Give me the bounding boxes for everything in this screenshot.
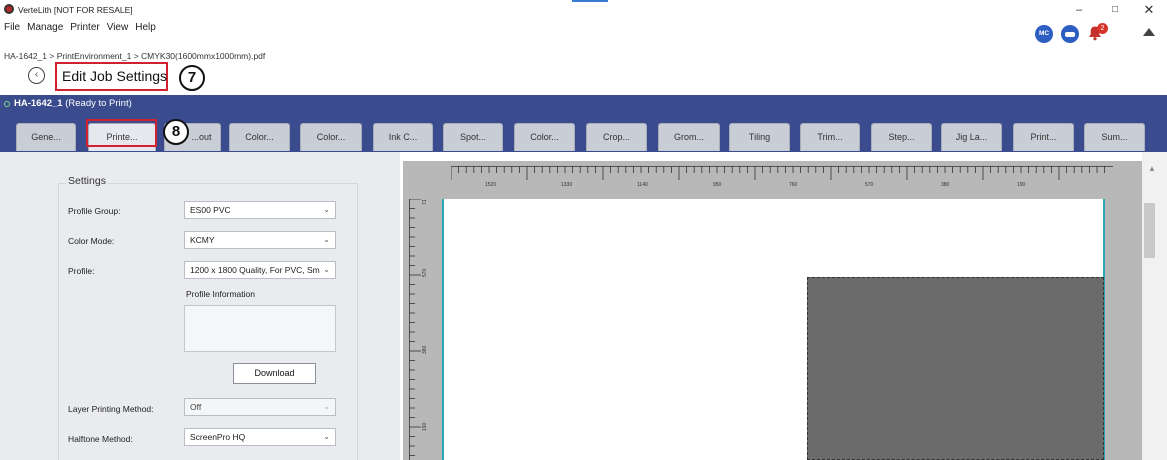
profile-information-box	[184, 305, 336, 352]
halftone-select[interactable]: ScreenPro HQ ⌄	[184, 428, 336, 446]
tab-grommet[interactable]: Grom...	[658, 123, 720, 151]
profile-group-select[interactable]: ES00 PVC ⌄	[184, 201, 336, 219]
settings-section-title: Settings	[66, 175, 108, 187]
ruler-label: 570	[422, 268, 428, 277]
chevron-left-icon: ‹	[34, 69, 39, 80]
print-image-block[interactable]	[807, 277, 1104, 460]
tab-step[interactable]: Step...	[871, 123, 932, 151]
menu-help[interactable]: Help	[135, 22, 156, 38]
layer-printing-select[interactable]: Off ⌄	[184, 398, 336, 416]
notification-count-badge: 2	[1097, 23, 1108, 34]
color-mode-value: KCMY	[190, 235, 215, 245]
menu-bar: File Manage Printer View Help	[0, 22, 156, 38]
download-button[interactable]: Download	[233, 363, 316, 384]
scrollbar-thumb[interactable]	[1144, 203, 1155, 258]
minimize-button[interactable]: –	[1068, 2, 1090, 18]
ruler-label: 950	[713, 182, 722, 188]
halftone-value: ScreenPro HQ	[190, 432, 246, 442]
menu-view[interactable]: View	[107, 22, 129, 38]
back-button[interactable]: ‹	[28, 67, 45, 84]
collapse-up-icon[interactable]	[1143, 28, 1155, 36]
tab-crop[interactable]: Crop...	[586, 123, 647, 151]
tab-trim[interactable]: Trim...	[800, 123, 860, 151]
ruler-label: 190	[422, 422, 428, 431]
tab-color-2[interactable]: Color...	[300, 123, 362, 151]
ruler-label: 380	[941, 182, 950, 188]
title-accent-bar	[572, 0, 608, 2]
maximize-button[interactable]: □	[1104, 2, 1126, 18]
title-bar: VerteLith [NOT FOR RESALE] – □ ✕	[0, 0, 1167, 20]
profile-select[interactable]: 1200 x 1800 Quality, For PVC, Sm ⌄	[184, 261, 336, 279]
menu-file[interactable]: File	[4, 22, 20, 38]
profile-information-label: Profile Information	[186, 289, 255, 299]
tab-print[interactable]: Print...	[1013, 123, 1074, 151]
ruler-label: 71	[422, 199, 428, 205]
job-bar: HA-1642_1 (Ready to Print)	[0, 95, 1167, 113]
tab-color-1[interactable]: Color...	[229, 123, 290, 151]
job-name: HA-1642_1	[14, 98, 63, 109]
vertical-scrollbar[interactable]	[1142, 152, 1167, 460]
tab-tiling[interactable]: Tiling	[729, 123, 790, 151]
ruler-label: 570	[865, 182, 874, 188]
profile-value: 1200 x 1800 Quality, For PVC, Sm	[190, 265, 320, 275]
job-label: HA-1642_1 (Ready to Print)	[14, 98, 132, 109]
job-status-dot-icon	[4, 101, 10, 107]
breadcrumb[interactable]: HA-1642_1 > PrintEnvironment_1 > CMYK30(…	[4, 51, 265, 61]
color-mode-select[interactable]: KCMY ⌄	[184, 231, 336, 249]
scroll-up-icon[interactable]: ▲	[1148, 164, 1156, 173]
ruler-label: 1140	[637, 182, 648, 188]
user-badge[interactable]: MC	[1035, 25, 1053, 43]
tab-spot[interactable]: Spot...	[443, 123, 503, 151]
page-title: Edit Job Settings	[62, 68, 168, 84]
profile-label: Profile:	[68, 266, 95, 276]
ruler-label: 1330	[561, 182, 572, 188]
chevron-down-icon: ⌄	[323, 432, 330, 441]
chevron-down-icon: ⌄	[323, 402, 330, 411]
ruler-label: 1520	[485, 182, 496, 188]
chevron-down-icon: ⌄	[323, 205, 330, 214]
profile-group-value: ES00 PVC	[190, 205, 231, 215]
chevron-down-icon: ⌄	[323, 235, 330, 244]
ruler-label: 380	[422, 345, 428, 354]
vertical-ruler: 71 570 380 190	[409, 199, 428, 460]
profile-group-label: Profile Group:	[68, 206, 121, 216]
tab-summary[interactable]: Sum...	[1084, 123, 1145, 151]
layer-printing-label: Layer Printing Method:	[68, 404, 154, 414]
halftone-label: Halftone Method:	[68, 434, 133, 444]
layer-printing-value: Off	[190, 402, 202, 412]
menu-printer[interactable]: Printer	[70, 22, 99, 38]
app-logo-icon	[4, 4, 14, 14]
printer-tab-highlight	[86, 119, 157, 147]
chevron-down-icon: ⌄	[321, 262, 330, 278]
tab-color-3[interactable]: Color...	[514, 123, 575, 151]
tab-ink[interactable]: Ink C...	[373, 123, 433, 151]
ruler-label: 760	[789, 182, 798, 188]
avatar-icon[interactable]	[1061, 25, 1079, 43]
color-mode-label: Color Mode:	[68, 236, 115, 246]
callout-7: 7	[179, 65, 205, 91]
close-button[interactable]: ✕	[1138, 2, 1160, 18]
window-title: VerteLith [NOT FOR RESALE]	[18, 5, 133, 15]
horizontal-ruler: 1520 1330 1140 950 760 570 380 190	[451, 166, 1113, 188]
ruler-label: 190	[1017, 182, 1026, 188]
job-status: (Ready to Print)	[65, 98, 132, 109]
tab-jig-layout[interactable]: Jig La...	[941, 123, 1002, 151]
menu-manage[interactable]: Manage	[27, 22, 63, 38]
tab-general[interactable]: Gene...	[16, 123, 76, 151]
callout-8: 8	[163, 119, 189, 145]
header-icons: MC 2	[1027, 22, 1167, 44]
